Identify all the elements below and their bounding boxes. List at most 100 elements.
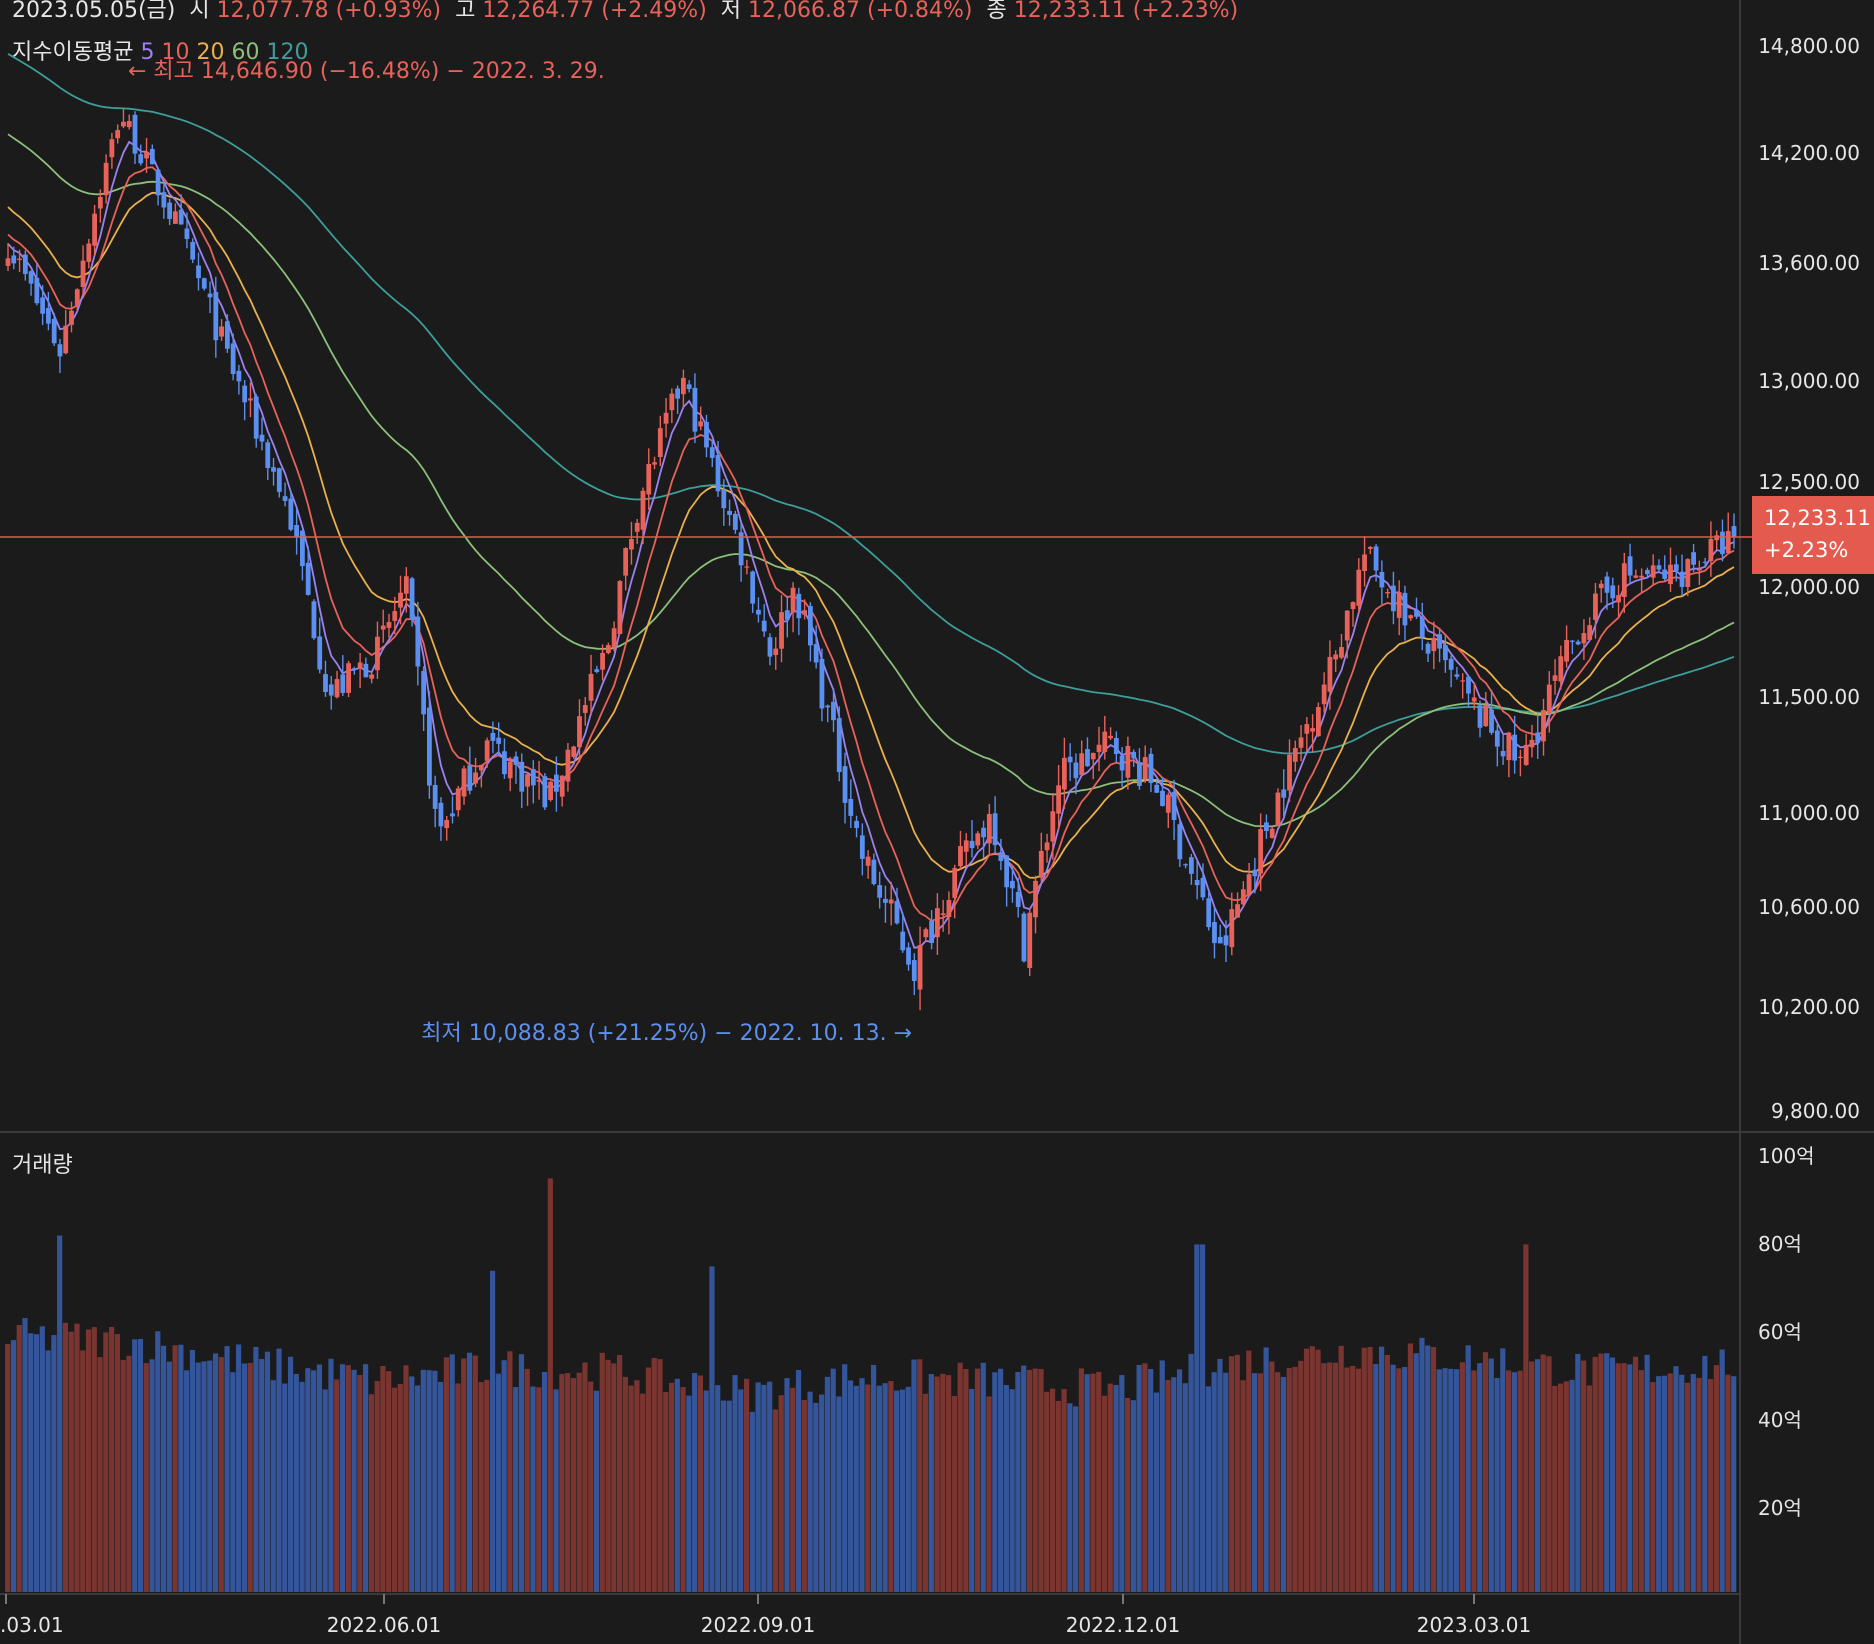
candle-body: [686, 384, 692, 389]
volume-bar: [1119, 1375, 1125, 1592]
candle-body: [126, 121, 132, 128]
candle-body: [432, 784, 438, 809]
volume-bar: [922, 1393, 929, 1592]
volume-bar: [33, 1334, 40, 1592]
volume-bar: [1430, 1347, 1437, 1592]
candle-body: [732, 513, 738, 530]
volume-bar: [715, 1385, 721, 1592]
candle-body: [640, 490, 646, 530]
volume-bar: [1442, 1368, 1448, 1592]
volume-tick-label: 100억: [1758, 1144, 1815, 1168]
volume-bar: [663, 1391, 669, 1592]
candle-body: [1529, 739, 1535, 748]
candle-body: [1419, 617, 1425, 638]
low-annotation: 최저 10,088.83 (+21.25%) − 2022. 10. 13. →: [421, 1021, 912, 1046]
volume-bar: [894, 1390, 900, 1592]
candle-body: [611, 628, 617, 648]
price-tick-label: 14,800.00: [1758, 34, 1860, 58]
volume-bar: [1471, 1370, 1477, 1592]
candle-body: [1067, 756, 1073, 763]
candle-body: [438, 802, 444, 827]
candle-body: [409, 578, 415, 620]
price-tick-label: 13,000.00: [1758, 369, 1860, 393]
candle-body: [149, 148, 155, 165]
candle-body: [692, 387, 698, 432]
candle-body: [1223, 935, 1229, 946]
volume-bar: [1032, 1368, 1038, 1592]
volume-bar: [495, 1373, 501, 1592]
volume-bar: [801, 1400, 807, 1592]
date-tick-label: 2022.09.01: [701, 1613, 816, 1637]
volume-bar: [1511, 1372, 1517, 1592]
candle-body: [1212, 921, 1217, 944]
volume-bar: [1101, 1395, 1108, 1592]
volume-bar: [686, 1395, 692, 1592]
candle-body: [1523, 744, 1529, 765]
candle-body: [1448, 658, 1454, 670]
volume-bar: [738, 1389, 744, 1592]
volume-bar: [1124, 1397, 1131, 1592]
candle-body: [1235, 904, 1240, 918]
volume-bar: [749, 1411, 755, 1592]
candle-body: [502, 751, 507, 775]
candle-body: [380, 625, 386, 630]
candle-body: [1656, 565, 1662, 570]
volume-bar: [1448, 1368, 1454, 1592]
candle-body: [144, 152, 149, 159]
volume-bar: [189, 1349, 196, 1592]
candle-body: [496, 737, 502, 744]
volume-bar: [547, 1178, 553, 1592]
volume-bar: [426, 1370, 432, 1592]
candle-body: [923, 929, 929, 938]
volume-bar: [1436, 1369, 1442, 1592]
price-tick-label: 12,000.00: [1758, 575, 1860, 599]
candle-body: [334, 679, 340, 698]
candle-body: [906, 947, 911, 965]
volume-bar: [859, 1378, 865, 1592]
volume-bar: [114, 1334, 120, 1592]
candle-body: [1668, 564, 1673, 585]
price-tick-label: 14,200.00: [1758, 141, 1860, 165]
candle-body: [877, 885, 883, 898]
volume-bar: [726, 1400, 732, 1592]
candle-body: [525, 774, 530, 787]
candle-body: [300, 530, 305, 567]
candle-body: [1275, 792, 1281, 826]
candle-body: [536, 779, 542, 782]
volume-bar: [207, 1360, 213, 1592]
volume-bar: [992, 1372, 998, 1592]
volume-bar: [593, 1390, 600, 1592]
candle-body: [17, 258, 22, 261]
volume-bar: [657, 1359, 663, 1592]
price-volume-chart[interactable]: 14,800.00 14,200.00 13,600.00 13,000.00 12,5…: [0, 0, 1874, 1644]
volume-bar: [363, 1364, 369, 1592]
volume-bar: [414, 1385, 421, 1592]
volume-bar: [1604, 1353, 1610, 1592]
volume-bar: [149, 1359, 155, 1592]
candle-body: [704, 421, 709, 448]
date-tick-label: 2022.06.01: [327, 1613, 442, 1637]
volume-bar: [1621, 1363, 1627, 1592]
ema-10-line: [7, 166, 1735, 923]
volume-bar: [1581, 1360, 1587, 1592]
volume-bar: [1292, 1366, 1298, 1592]
volume-bar: [132, 1339, 138, 1592]
volume-bar: [634, 1380, 640, 1592]
candle-body: [1217, 936, 1223, 944]
volume-bar: [1275, 1372, 1281, 1592]
volume-bar: [403, 1365, 409, 1592]
volume-bar: [755, 1382, 761, 1592]
volume-bar: [1378, 1346, 1385, 1592]
candle-body: [46, 308, 51, 324]
candle-body: [1056, 785, 1062, 814]
candle-body: [634, 522, 640, 532]
candle-body: [5, 258, 11, 266]
candle-body: [1396, 592, 1402, 618]
volume-bar: [1627, 1364, 1633, 1592]
candle-body: [859, 835, 865, 859]
candle-body: [375, 636, 380, 671]
candle-body: [1414, 609, 1419, 617]
volume-bar: [1534, 1359, 1541, 1592]
candle-body: [86, 243, 92, 262]
candle-body: [1246, 874, 1252, 895]
